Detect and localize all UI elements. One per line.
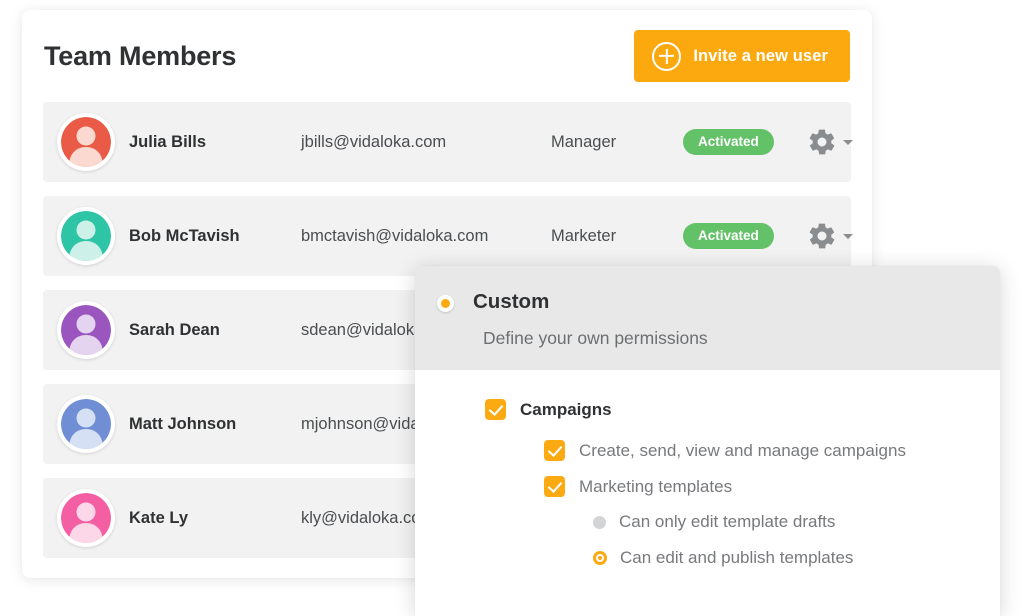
member-role: Marketer [551,226,617,245]
card-header: Team Members Invite a new user [22,10,872,102]
member-name: Sarah Dean [129,320,220,339]
member-email: jbills@vidaloka.com [301,132,447,151]
permission-option-title: Custom [473,290,550,313]
checkbox-checked-icon[interactable] [544,476,565,497]
avatar [57,207,115,265]
invite-a-new-user-button[interactable]: Invite a new user [634,30,850,82]
member-email: bmctavish@vidaloka.com [301,226,489,245]
radio-selected-icon[interactable] [593,551,607,565]
chevron-down-icon [843,139,853,145]
radio-row-edit-drafts[interactable]: Can only edit template drafts [485,512,1000,532]
checkbox-label: Campaigns [520,399,612,419]
gear-icon [807,221,837,251]
radio-selected-dot [441,299,450,308]
status-badge: Activated [683,128,774,156]
radio-unselected-icon[interactable] [593,515,606,529]
member-name: Matt Johnson [129,414,237,433]
table-row[interactable]: Julia Bills jbills@vidaloka.com Manager … [43,102,853,182]
gear-icon [807,127,837,157]
permissions-list: Campaigns Create, send, view and manage … [415,370,1000,568]
avatar [57,113,115,171]
settings-menu-button[interactable] [807,221,853,251]
status-badge: Activated [683,222,774,250]
member-name: Julia Bills [129,132,207,151]
member-name: Bob McTavish [129,226,240,245]
table-row[interactable]: Bob McTavish bmctavish@vidaloka.com Mark… [43,196,853,276]
checkbox-row-manage-campaigns[interactable]: Create, send, view and manage campaigns [485,440,1000,461]
page-title: Team Members [44,40,237,71]
chevron-down-icon [843,233,853,239]
settings-menu-button[interactable] [807,127,853,157]
avatar [57,395,115,453]
permissions-panel: Custom Define your own permissions Campa… [415,266,1000,616]
permissions-panel-header: Custom Define your own permissions [415,266,1000,370]
radio-label: Can only edit template drafts [619,512,836,531]
invite-button-label: Invite a new user [693,46,828,65]
radio-label: Can edit and publish templates [620,548,854,567]
member-name: Kate Ly [129,508,188,527]
avatar [57,489,115,547]
radio-custom[interactable] [437,295,454,312]
radio-row-edit-publish[interactable]: Can edit and publish templates [485,548,1000,568]
checkbox-label: Create, send, view and manage campaigns [579,440,906,460]
checkbox-checked-icon[interactable] [544,440,565,461]
checkbox-label: Marketing templates [579,476,733,496]
checkbox-row-campaigns[interactable]: Campaigns [485,399,1000,420]
checkbox-row-marketing-templates[interactable]: Marketing templates [485,476,1000,497]
plus-circle-icon [652,41,682,71]
avatar [57,301,115,359]
member-role: Manager [551,132,617,151]
checkbox-checked-icon[interactable] [485,399,506,420]
permission-option-description: Define your own permissions [483,327,708,348]
